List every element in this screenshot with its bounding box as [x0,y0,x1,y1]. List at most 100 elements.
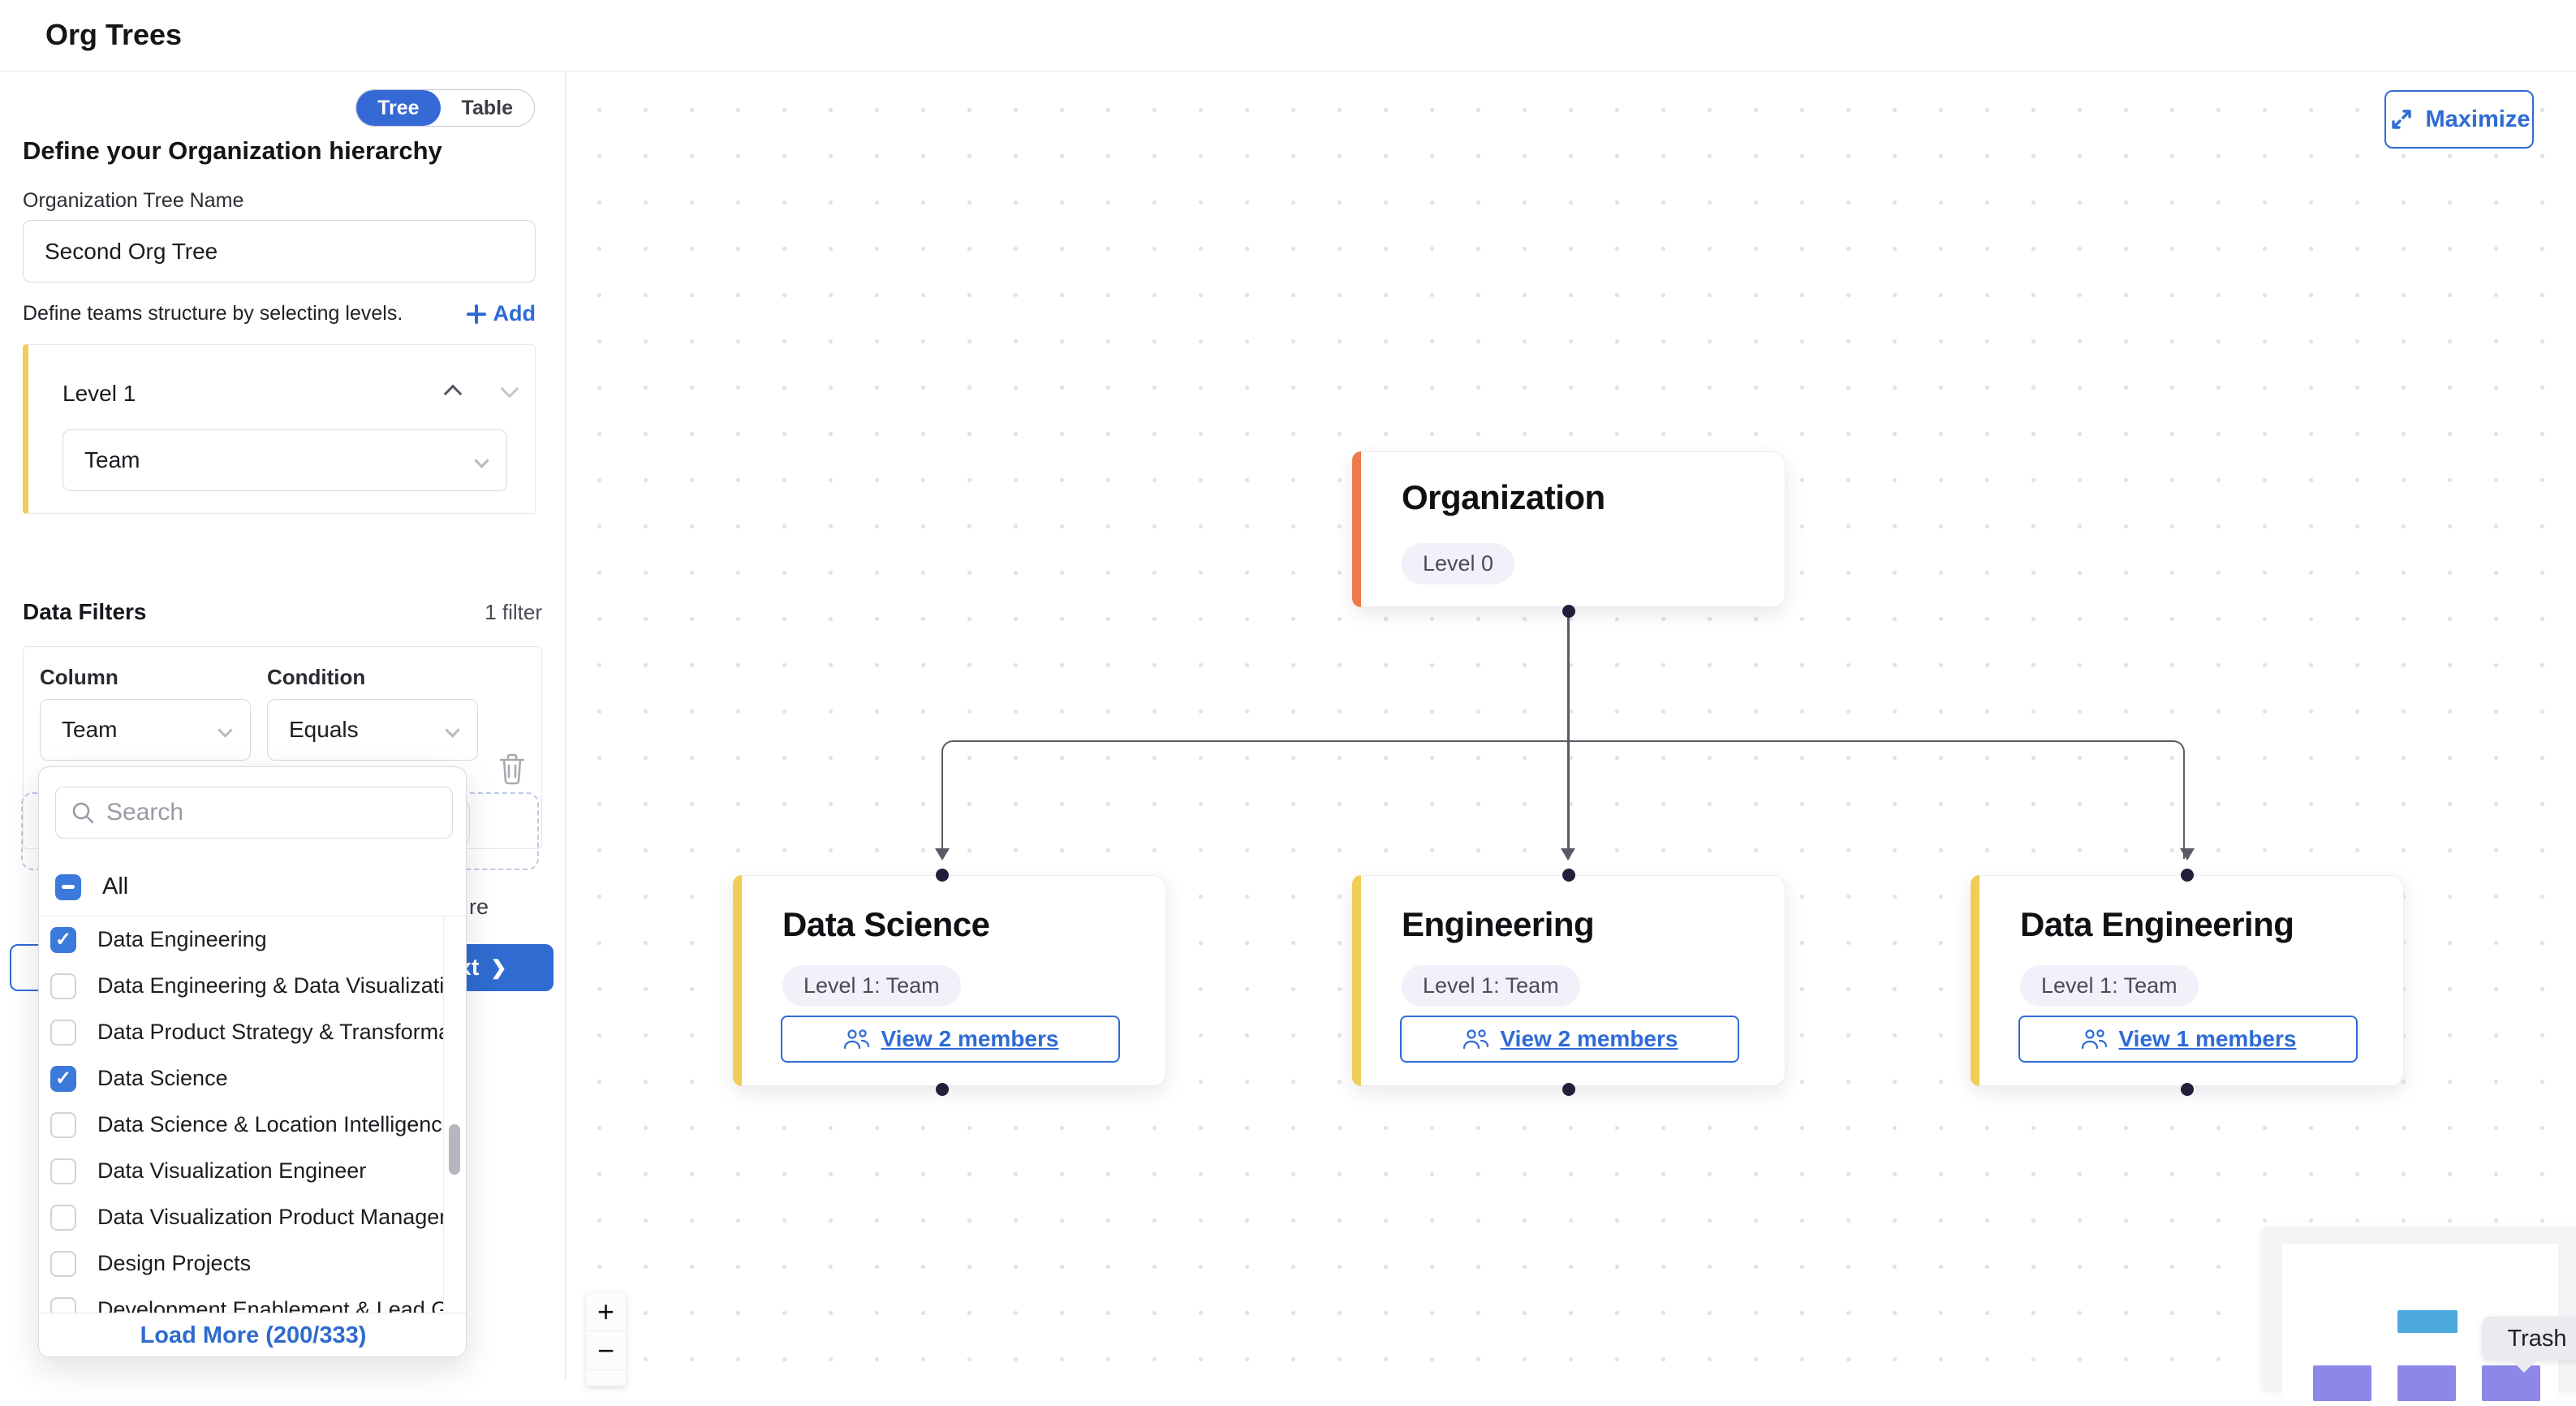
page-title: Org Trees [45,18,182,52]
search-icon [71,800,95,825]
item-checkbox[interactable] [50,1112,76,1138]
node-level-badge: Level 0 [1402,543,1514,584]
maximize-button[interactable]: Maximize [2384,90,2534,149]
node-title: Data Science [782,905,989,944]
condition-label: Condition [267,665,365,690]
app-header: Org Trees [0,0,2576,71]
dropdown-item[interactable]: ✓ Data Engineering [39,916,443,963]
scrollbar-thumb[interactable] [449,1124,460,1175]
item-checkbox[interactable] [50,973,76,999]
members-icon [2080,1028,2108,1050]
item-checkbox[interactable] [50,1251,76,1277]
plus-icon [466,304,487,325]
chevron-right-icon: ❯ [490,956,506,980]
dropdown-item[interactable]: Design Projects [39,1240,443,1287]
edge-line [1567,740,1570,859]
members-icon [842,1028,870,1050]
scrollbar-track [443,916,444,1313]
level-card-title: Level 1 [62,381,136,407]
tree-name-input[interactable] [23,220,536,282]
add-level-button[interactable]: Add [466,301,536,326]
node-organization[interactable]: Organization Level 0 [1352,451,1786,607]
edge-arrow-icon [2180,848,2195,860]
edge-target-dot [936,869,949,882]
zoom-controls: + − [586,1292,626,1387]
edge-target-dot [2181,869,2194,882]
item-checkbox[interactable] [50,1158,76,1184]
expand-icon [2389,106,2414,132]
dropdown-item[interactable]: Data Visualization Product Managem... [39,1194,443,1240]
node-data-engineering[interactable]: Data Engineering Level 1: Team View 1 me… [1971,875,2404,1086]
move-level-down-icon[interactable] [501,380,519,399]
load-more-link[interactable]: Load More (200/333) [140,1322,367,1349]
chevron-down-icon [445,722,459,737]
view-members-button[interactable]: View 2 members [781,1016,1120,1063]
hidden-text-fragment: re [469,895,489,920]
item-checkbox[interactable]: ✓ [50,927,76,953]
delete-filter-icon[interactable] [498,753,527,785]
node-data-science[interactable]: Data Science Level 1: Team View 2 member… [733,875,1166,1086]
zoom-out-button[interactable]: − [586,1331,626,1370]
trash-tooltip: Trash [2482,1317,2576,1361]
toggle-table[interactable]: Table [441,90,534,126]
edge-arrow-icon [935,848,950,860]
level-type-select[interactable]: Team [62,429,507,491]
item-checkbox[interactable] [50,1205,76,1231]
item-checkbox[interactable] [50,1020,76,1046]
minimap-node [2313,1365,2371,1401]
edge-target-dot [1562,869,1575,882]
node-title: Data Engineering [2020,905,2294,944]
chevron-down-icon [218,722,232,737]
edge-connector [941,740,2185,859]
node-engineering[interactable]: Engineering Level 1: Team View 2 members [1352,875,1786,1086]
edge-line [1567,611,1570,741]
node-accent-bar [1352,451,1361,607]
level-card: Level 1 Team [23,344,536,514]
search-input[interactable] [106,799,415,826]
dropdown-item-label: Data Engineering [97,927,267,952]
dropdown-item[interactable]: Development Enablement & Lead Ge... [39,1287,443,1313]
condition-select[interactable]: Equals [267,699,478,761]
dropdown-item[interactable]: Data Science & Location Intelligence [39,1102,443,1148]
dropdown-item-label: Data Visualization Engineer [97,1158,366,1184]
select-all-row[interactable]: All [39,858,467,916]
minimap-node [2397,1310,2458,1333]
toggle-tree[interactable]: Tree [356,90,440,126]
dropdown-footer: Load More (200/333) [39,1313,467,1357]
sidebar-panel: Tree Table Define your Organization hier… [0,71,566,1380]
data-filters-title: Data Filters [23,599,147,625]
view-members-button[interactable]: View 2 members [1400,1016,1739,1063]
dropdown-item[interactable]: Data Product Strategy & Transformat... [39,1009,443,1055]
dropdown-item-label: Data Product Strategy & Transformat... [97,1020,443,1045]
column-select[interactable]: Team [40,699,251,761]
dropdown-item[interactable]: Data Visualization Engineer [39,1148,443,1194]
node-accent-bar [733,875,742,1086]
dropdown-item-label: Data Engineering & Data Visualization [97,973,443,998]
dropdown-search [55,787,453,839]
minimap-node [2482,1365,2540,1401]
node-accent-bar [1352,875,1361,1086]
sidebar-heading: Define your Organization hierarchy [23,136,442,166]
view-toggle: Tree Table [355,89,535,127]
node-level-badge: Level 1: Team [782,965,961,1007]
select-all-label: All [102,873,128,900]
view-members-button[interactable]: View 1 members [2018,1016,2358,1063]
fit-view-button[interactable] [586,1370,626,1387]
zoom-in-button[interactable]: + [586,1292,626,1331]
dropdown-item[interactable]: Data Engineering & Data Visualization [39,963,443,1009]
node-level-badge: Level 1: Team [2020,965,2199,1007]
org-tree-canvas[interactable]: Maximize Organization Level 0 Data Scien… [566,72,2576,1380]
edge-source-dot [1562,1083,1575,1096]
chevron-down-icon [474,453,489,468]
dropdown-list: ✓ Data Engineering Data Engineering & Da… [39,916,443,1313]
select-all-checkbox[interactable] [55,874,81,900]
item-checkbox[interactable]: ✓ [50,1066,76,1092]
dropdown-item-label: Data Science & Location Intelligence [97,1112,443,1137]
move-level-up-icon[interactable] [444,385,463,403]
dropdown-item[interactable]: ✓ Data Science [39,1055,443,1102]
item-checkbox[interactable] [50,1297,76,1313]
filter-count: 1 filter [485,600,542,625]
edge-source-dot [936,1083,949,1096]
tree-name-label: Organization Tree Name [23,189,243,213]
node-title: Organization [1402,478,1605,517]
